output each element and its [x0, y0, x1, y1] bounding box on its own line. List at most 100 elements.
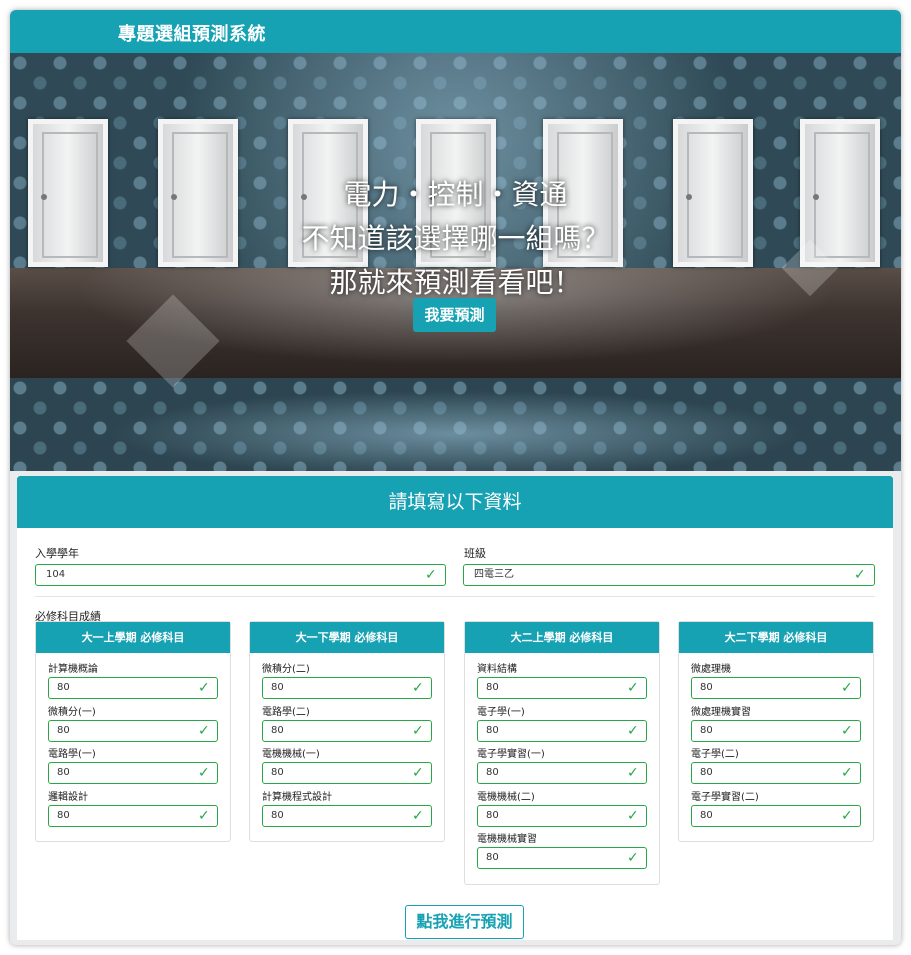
- course-score-input[interactable]: 80 ✓: [477, 762, 647, 784]
- hero-headline-3: 那就來預測看看吧！: [329, 266, 582, 299]
- course-label: 計算機程式設計: [262, 791, 332, 803]
- class-input[interactable]: 四電三乙 ✓: [463, 564, 875, 586]
- course-score-value: 80: [486, 809, 499, 821]
- year-input[interactable]: 104 ✓: [35, 564, 446, 586]
- submit-predict-button[interactable]: 點我進行預測: [405, 905, 524, 939]
- course-score-input[interactable]: 80 ✓: [48, 762, 218, 784]
- semester-card-title: 大一下學期 必修科目: [250, 622, 444, 653]
- course-score-value: 80: [700, 767, 713, 778]
- semester-card: 大一下學期 必修科目 微積分(二) 80 ✓ 電路學(二) 80 ✓ 電機機械(一) 80 ✓ 計算…: [249, 621, 445, 842]
- course-row: 電子學(二) 80 ✓: [691, 748, 861, 791]
- check-icon: ✓: [841, 722, 853, 739]
- course-score-value: 80: [271, 724, 284, 736]
- course-row: 邏輯設計 80 ✓: [48, 791, 218, 834]
- check-icon: ✓: [412, 807, 424, 824]
- course-score-input[interactable]: 80 ✓: [477, 719, 647, 742]
- semester-card-title: 大一上學期 必修科目: [36, 622, 230, 653]
- course-score-input[interactable]: 80 ✓: [262, 677, 432, 699]
- class-value: 四電三乙: [474, 569, 514, 580]
- course-row: 微處理機實習 80 ✓: [691, 706, 861, 749]
- course-row: 微處理機 80 ✓: [691, 663, 861, 706]
- course-score-value: 80: [486, 767, 499, 778]
- check-icon: ✓: [627, 765, 639, 781]
- check-icon: ✓: [627, 807, 639, 824]
- divider: [35, 596, 875, 597]
- course-row: 電子學(一) 80 ✓: [477, 706, 647, 749]
- semester-card-body: 資料結構 80 ✓ 電子學(一) 80 ✓ 電子學實習(一) 80 ✓ 電機機械(二) 80 ✓ 電機機…: [465, 653, 659, 884]
- course-score-value: 80: [57, 767, 70, 778]
- class-label: 班級: [464, 547, 486, 560]
- check-icon: ✓: [412, 680, 424, 696]
- course-score-input[interactable]: 80 ✓: [691, 719, 861, 742]
- course-score-input[interactable]: 80 ✓: [477, 804, 647, 827]
- course-label: 電機機械(二): [477, 791, 535, 803]
- course-score-value: 80: [486, 852, 499, 863]
- course-score-value: 80: [271, 767, 284, 778]
- check-icon: ✓: [198, 680, 210, 696]
- course-row: 電子學實習(一) 80 ✓: [477, 748, 647, 791]
- check-icon: ✓: [198, 765, 210, 781]
- course-score-value: 80: [486, 682, 499, 693]
- app-window: 專題選組預測系統 電力・控制・資通 不知道該選擇哪一組嗎？ 那就來預測看看吧！ …: [10, 10, 901, 945]
- course-label: 電機機械(一): [262, 749, 320, 760]
- year-label: 入學學年: [35, 547, 79, 560]
- course-row: 電機機械(一) 80 ✓: [262, 748, 432, 791]
- course-row: 微積分(一) 80 ✓: [48, 706, 218, 749]
- course-score-value: 80: [57, 682, 70, 693]
- semester-card: 大二上學期 必修科目 資料結構 80 ✓ 電子學(一) 80 ✓ 電子學實習(一) 80 ✓ 電機機…: [464, 621, 660, 885]
- semester-card-title: 大二下學期 必修科目: [679, 622, 873, 653]
- check-icon: ✓: [198, 722, 210, 739]
- check-icon: ✓: [425, 567, 437, 583]
- course-score-value: 80: [57, 724, 70, 736]
- course-score-input[interactable]: 80 ✓: [691, 762, 861, 784]
- hero-headline-1: 電力・控制・資通: [343, 178, 568, 211]
- course-score-value: 80: [700, 682, 713, 693]
- hero-lower-background: [10, 378, 901, 471]
- course-score-input[interactable]: 80 ✓: [262, 762, 432, 784]
- course-label: 電子學(二): [691, 749, 739, 760]
- course-label: 計算機概論: [48, 664, 98, 675]
- course-score-input[interactable]: 80 ✓: [262, 719, 432, 742]
- course-label: 微積分(一): [48, 706, 96, 718]
- course-score-input[interactable]: 80 ✓: [262, 804, 432, 827]
- course-score-input[interactable]: 80 ✓: [48, 719, 218, 742]
- check-icon: ✓: [841, 765, 853, 781]
- course-score-input[interactable]: 80 ✓: [48, 677, 218, 699]
- course-score-value: 80: [700, 724, 713, 736]
- course-label: 電路學(二): [262, 706, 310, 718]
- semester-card-body: 計算機概論 80 ✓ 微積分(一) 80 ✓ 電路學(一) 80 ✓ 邏輯設計 80 ✓: [36, 653, 230, 841]
- check-icon: ✓: [412, 765, 424, 781]
- course-row: 電機機械(二) 80 ✓: [477, 791, 647, 834]
- course-score-input[interactable]: 80 ✓: [691, 804, 861, 827]
- course-label: 電子學實習(一): [477, 749, 545, 760]
- year-value: 104: [46, 569, 66, 580]
- course-score-input[interactable]: 80 ✓: [48, 804, 218, 827]
- check-icon: ✓: [841, 807, 853, 824]
- course-score-value: 80: [271, 809, 284, 821]
- semester-card-title: 大二上學期 必修科目: [465, 622, 659, 653]
- check-icon: ✓: [841, 680, 853, 696]
- navbar: 專題選組預測系統: [10, 10, 901, 53]
- course-label: 電路學(一): [48, 749, 96, 760]
- course-score-value: 80: [700, 809, 713, 821]
- check-icon: ✓: [627, 850, 639, 866]
- hero-headline-2: 不知道該選擇哪一組嗎？: [301, 222, 610, 255]
- semester-card: 大二下學期 必修科目 微處理機 80 ✓ 微處理機實習 80 ✓ 電子學(二) 80 ✓ 電子學實習…: [678, 621, 874, 842]
- course-label: 電子學(一): [477, 706, 525, 718]
- course-row: 計算機程式設計 80 ✓: [262, 791, 432, 834]
- course-label: 電機機械實習: [477, 834, 537, 845]
- predict-cta-button[interactable]: 我要預測: [413, 298, 496, 332]
- course-score-input[interactable]: 80 ✓: [691, 677, 861, 699]
- course-label: 微積分(二): [262, 664, 310, 675]
- course-row: 電路學(一) 80 ✓: [48, 748, 218, 791]
- course-score-input[interactable]: 80 ✓: [477, 847, 647, 869]
- semester-card-body: 微積分(二) 80 ✓ 電路學(二) 80 ✓ 電機機械(一) 80 ✓ 計算機程式設計 80 ✓: [250, 653, 444, 841]
- course-score-input[interactable]: 80 ✓: [477, 677, 647, 699]
- course-score-value: 80: [271, 682, 284, 693]
- check-icon: ✓: [854, 567, 866, 583]
- brand-title[interactable]: 專題選組預測系統: [118, 20, 266, 46]
- form-panel: 請填寫以下資料 入學學年 104 ✓ 班級 四電三乙 ✓ 必修科目成績 大一上學…: [17, 476, 893, 940]
- check-icon: ✓: [627, 722, 639, 739]
- course-row: 電子學實習(二) 80 ✓: [691, 791, 861, 834]
- check-icon: ✓: [627, 680, 639, 696]
